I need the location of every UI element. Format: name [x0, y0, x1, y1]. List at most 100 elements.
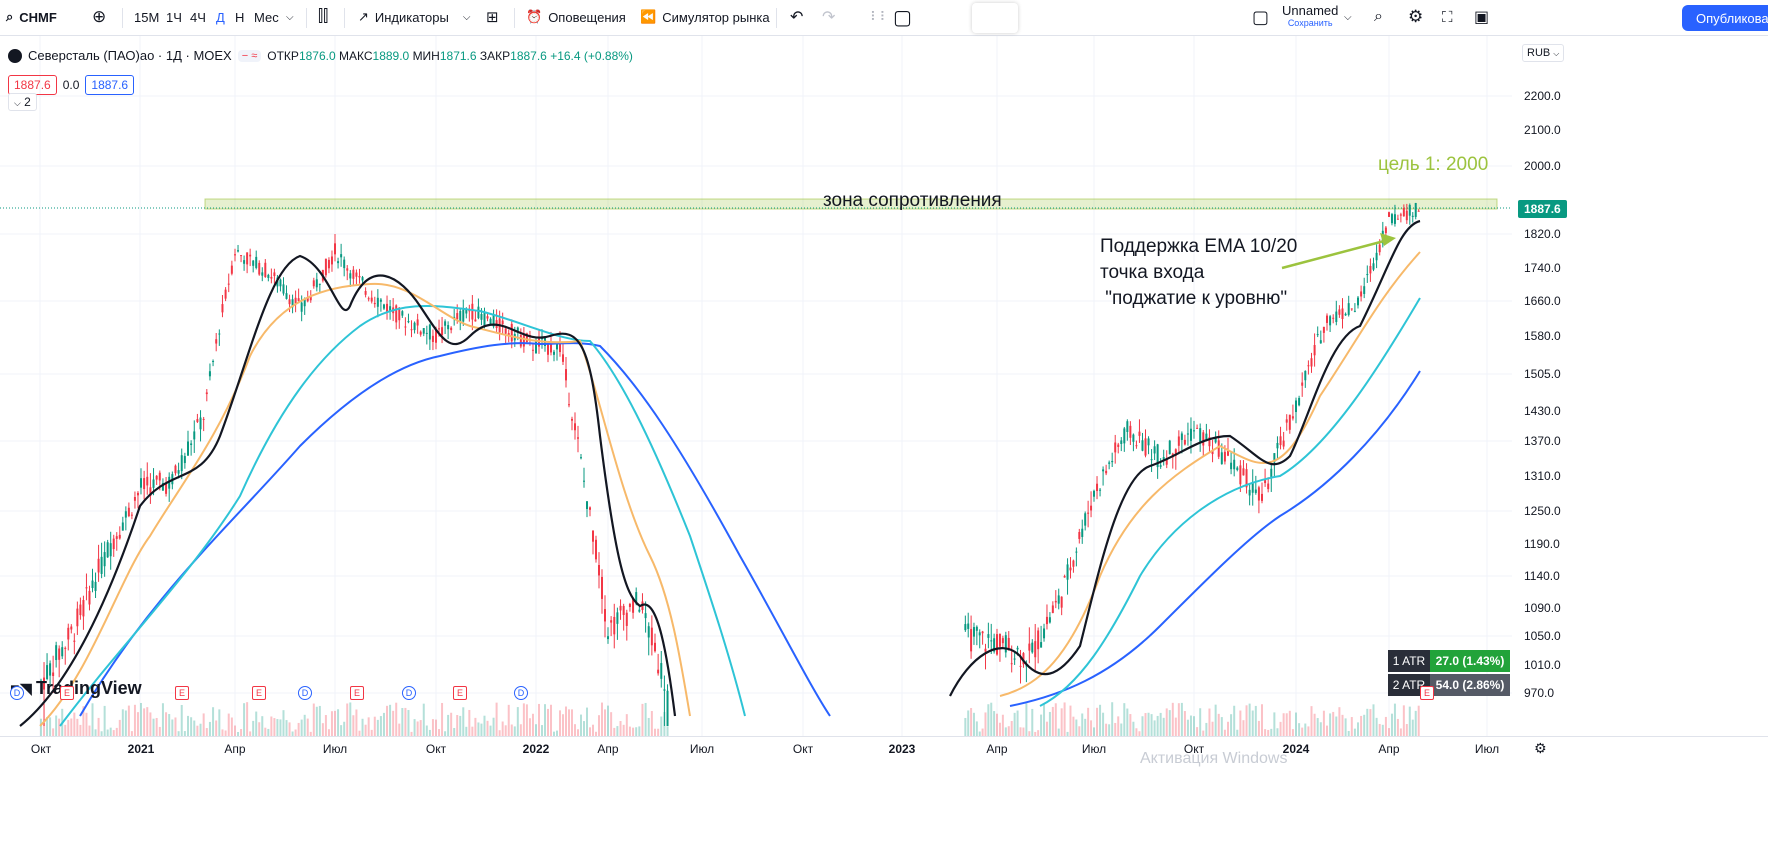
volume-bar [641, 703, 644, 736]
earnings-event-icon[interactable]: E [1420, 686, 1434, 700]
volume-bar [1264, 729, 1267, 736]
dividend-event-icon[interactable]: D [298, 686, 312, 700]
symbol-search[interactable]: ⌕ CHMF [6, 0, 57, 34]
candle-body [1019, 665, 1022, 667]
interval-month[interactable]: Мес [254, 0, 279, 34]
volume-bar [1105, 723, 1108, 736]
candle-body [568, 404, 570, 406]
undo-icon[interactable]: ↶ [790, 0, 803, 34]
layout-name[interactable]: Unnamed Сохранить [1282, 0, 1338, 34]
earnings-event-icon[interactable]: E [453, 686, 467, 700]
close-label: ЗАКР [479, 48, 511, 63]
candle-body [441, 327, 444, 336]
candle-body [52, 672, 55, 677]
symbol-title[interactable]: Северсталь (ПАО)ао · 1Д · MOEX [28, 48, 232, 63]
candle-body [1034, 641, 1037, 658]
volume-bar [1022, 727, 1025, 736]
settings-gear-icon[interactable]: ⚙ [1408, 0, 1423, 34]
volume-bar [346, 703, 349, 736]
volume-bar [1338, 707, 1341, 736]
price-tick: 1740.0 [1524, 261, 1561, 275]
earnings-event-icon[interactable]: E [175, 686, 189, 700]
alerts-button[interactable]: ⏰ Оповещения [526, 0, 626, 34]
volume-bar [1316, 718, 1319, 736]
currency-button[interactable]: RUB ⌵ [1522, 44, 1565, 62]
candle-body [1043, 628, 1046, 639]
replay-button[interactable]: ⏪ Симулятор рынка [640, 0, 770, 34]
interval-15m[interactable]: 15М [134, 0, 159, 34]
candle-body [49, 663, 52, 676]
support-annotation[interactable]: Поддержка EMA 10/20 точка входа "поджати… [1100, 234, 1297, 312]
volume-bar [574, 724, 576, 736]
chevron-down-icon[interactable]: ⌵ [286, 0, 294, 34]
target-annotation[interactable]: цель 1: 2000 [1378, 154, 1488, 176]
price-chart[interactable] [0, 36, 1512, 736]
interval-4h[interactable]: 4Ч [190, 0, 206, 34]
axis-settings-icon[interactable]: ⚙ [1534, 740, 1547, 757]
candles-icon[interactable]: ⫿⫿ [318, 0, 328, 34]
candle-body [1288, 414, 1291, 430]
candle-body [522, 335, 525, 347]
layout-select-icon[interactable]: ▢ [1252, 0, 1269, 34]
fullscreen-frame-icon[interactable]: ▢ [893, 0, 912, 34]
drag-handle-icon[interactable]: ⠇⠇ [870, 0, 889, 34]
price-tick: 1310.0 [1524, 469, 1561, 483]
templates-grid-icon[interactable]: ⊞ [486, 0, 499, 34]
indicators-toggle[interactable]: ⌵ 2 [8, 93, 37, 111]
volume-bar [1129, 714, 1132, 736]
volume-bar [386, 705, 389, 736]
buy-price[interactable]: 1887.6 [85, 75, 135, 95]
chevron-down-icon[interactable]: ⌵ [1344, 0, 1352, 34]
candle-body [483, 313, 486, 326]
candle-body [215, 339, 218, 344]
dividend-event-icon[interactable]: D [10, 686, 24, 700]
candle-body [613, 616, 616, 635]
candle-body [1129, 425, 1132, 438]
currency-label: RUB [1527, 47, 1551, 59]
price-tick: 1580.0 [1524, 329, 1561, 343]
candle-body [1411, 215, 1414, 217]
candle-body [474, 319, 477, 322]
candle-body [404, 326, 407, 328]
quick-search-icon[interactable]: ⌕ [1374, 0, 1383, 34]
volume-bar [441, 702, 444, 736]
volume-bar [267, 728, 270, 736]
volume-bar [382, 712, 385, 736]
interval-day[interactable]: Д [216, 0, 225, 34]
candle-body [352, 269, 355, 279]
sell-price[interactable]: 1887.6 [8, 75, 57, 95]
candle-body [1332, 317, 1335, 319]
fullscreen-icon[interactable]: ⛶ [1442, 0, 1453, 34]
interval-week[interactable]: Н [235, 0, 244, 34]
volume-bar [1332, 711, 1335, 736]
tradingview-logo[interactable]: ■◥ TradingView [10, 678, 142, 699]
candle-body [230, 265, 233, 274]
camera-snapshot-icon[interactable]: ▣ [1474, 0, 1489, 34]
candle-body [91, 580, 94, 589]
volume-bar [1298, 723, 1301, 736]
volume-bar [1402, 705, 1405, 736]
candle-body [1399, 214, 1402, 216]
redo-icon[interactable]: ↷ [822, 0, 835, 34]
indicators-button[interactable]: ↗ Индикаторы ⌵ [358, 0, 470, 34]
publish-button[interactable]: Опубликовать [1682, 5, 1768, 31]
volume-bar [583, 721, 585, 736]
earnings-event-icon[interactable]: E [252, 686, 266, 700]
candle-body [1123, 428, 1126, 444]
dividend-event-icon[interactable]: D [402, 686, 416, 700]
candle-body [82, 600, 85, 617]
volume-bar [1102, 712, 1105, 736]
earnings-event-icon[interactable]: E [350, 686, 364, 700]
volume-bar [1168, 710, 1171, 736]
candle-body [1338, 309, 1341, 315]
candle-body [501, 320, 504, 325]
volume-bar [666, 726, 669, 736]
brand-name: TradingView [35, 678, 142, 698]
time-axis-border [0, 736, 1768, 737]
flag-badge[interactable]: − ≈ [237, 49, 262, 62]
interval-1h[interactable]: 1Ч [166, 0, 182, 34]
earnings-event-icon[interactable]: E [60, 686, 74, 700]
compare-add-icon[interactable]: ⊕ [92, 0, 106, 34]
zone-annotation[interactable]: зона сопротивления [823, 190, 1002, 212]
dividend-event-icon[interactable]: D [514, 686, 528, 700]
